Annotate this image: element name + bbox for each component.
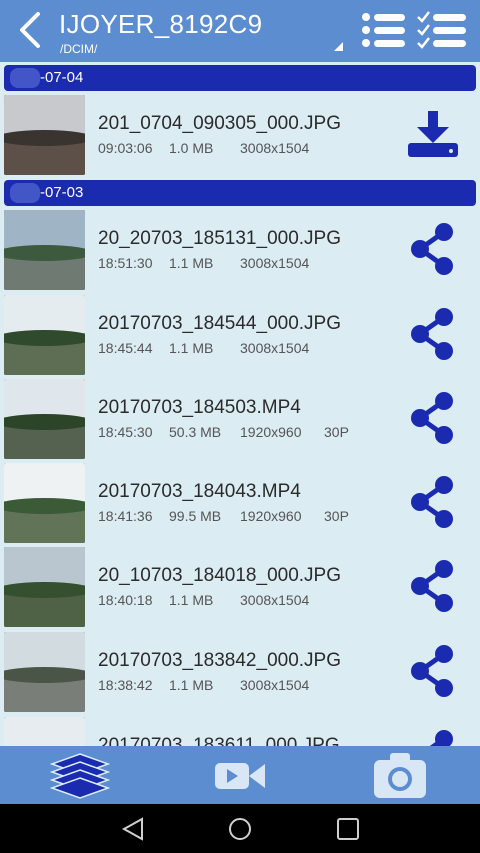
file-thumbnail[interactable] — [4, 95, 85, 175]
file-fps: 30P — [324, 424, 349, 440]
file-resolution: 3008x1504 — [240, 592, 310, 608]
file-row[interactable]: 20170703_183842_000.JPG 18:38:42 1.1 MB … — [0, 630, 480, 714]
file-resolution: 3008x1504 — [240, 340, 310, 356]
blurred-date-prefix — [10, 183, 40, 203]
file-size: 1.1 MB — [169, 255, 214, 271]
file-resolution: 1920x960 — [240, 424, 302, 440]
file-time: 18:51:30 — [98, 255, 153, 271]
file-thumbnail[interactable] — [4, 547, 85, 627]
file-time: 09:03:06 — [98, 140, 153, 156]
top-bar: IJOYER_8192C9 /DCIM/ — [0, 0, 480, 62]
file-row[interactable]: 201_0704_090305_000.JPG 09:03:06 1.0 MB … — [0, 93, 480, 177]
file-name: 20170703_184544_000.JPG — [98, 313, 342, 334]
file-resolution: 3008x1504 — [240, 677, 310, 693]
file-row[interactable]: 20170703_184544_000.JPG 18:45:44 1.1 MB … — [0, 293, 480, 377]
file-name: 20_10703_184018_000.JPG — [98, 565, 342, 586]
video-camera-icon[interactable] — [212, 750, 268, 800]
file-row[interactable]: 20_20703_185131_000.JPG 18:51:30 1.1 MB … — [0, 208, 480, 292]
file-row[interactable]: 20170703_183611_000.JPG — [0, 715, 480, 746]
system-nav-bar — [0, 804, 480, 853]
file-size: 1.1 MB — [169, 677, 214, 693]
dropdown-corner-icon[interactable] — [334, 42, 343, 51]
file-fps: 30P — [324, 508, 349, 524]
share-icon[interactable] — [404, 475, 462, 529]
file-time: 18:45:30 — [98, 424, 153, 440]
file-row[interactable]: 20170703_184503.MP4 18:45:30 50.3 MB 192… — [0, 377, 480, 461]
file-row[interactable]: 20_10703_184018_000.JPG 18:40:18 1.1 MB … — [0, 545, 480, 629]
file-size: 1.0 MB — [169, 140, 214, 156]
file-time: 18:45:44 — [98, 340, 153, 356]
file-name: 20170703_184043.MP4 — [98, 481, 301, 502]
file-resolution: 1920x960 — [240, 508, 302, 524]
file-row[interactable]: 20170703_184043.MP4 18:41:36 99.5 MB 192… — [0, 461, 480, 545]
file-name: 20170703_183611_000.JPG — [98, 735, 340, 746]
file-thumbnail[interactable] — [4, 717, 85, 746]
file-thumbnail[interactable] — [4, 295, 85, 375]
nav-home-icon[interactable] — [226, 816, 254, 842]
share-icon[interactable] — [404, 307, 462, 361]
select-all-icon[interactable] — [416, 10, 468, 50]
list-view-icon[interactable] — [358, 10, 408, 50]
file-name: 20170703_183842_000.JPG — [98, 650, 342, 671]
share-icon[interactable] — [404, 644, 462, 698]
file-time: 18:38:42 — [98, 677, 153, 693]
file-name: 20170703_184503.MP4 — [98, 397, 301, 418]
file-thumbnail[interactable] — [4, 463, 85, 543]
layers-icon[interactable] — [50, 750, 110, 800]
date-label: -07-03 — [40, 184, 84, 201]
file-resolution: 3008x1504 — [240, 140, 310, 156]
camera-icon[interactable] — [370, 750, 430, 800]
file-name: 20_20703_185131_000.JPG — [98, 228, 342, 249]
date-header: -07-04 — [4, 65, 476, 91]
file-thumbnail[interactable] — [4, 632, 85, 712]
file-size: 99.5 MB — [169, 508, 222, 524]
file-list[interactable]: -07-04 201_0704_090305_000.JPG 09:03:06 … — [0, 62, 480, 746]
share-icon[interactable] — [404, 559, 462, 613]
share-icon[interactable] — [404, 222, 462, 276]
file-size: 1.1 MB — [169, 592, 214, 608]
file-time: 18:40:18 — [98, 592, 153, 608]
file-thumbnail[interactable] — [4, 379, 85, 459]
file-thumbnail[interactable] — [4, 210, 85, 290]
bottom-tab-bar — [0, 746, 480, 804]
nav-recents-icon[interactable] — [334, 816, 362, 842]
folder-path: /DCIM/ — [60, 42, 98, 56]
file-time: 18:41:36 — [98, 508, 153, 524]
file-size: 1.1 MB — [169, 340, 214, 356]
blurred-date-prefix — [10, 68, 40, 88]
date-header: -07-03 — [4, 180, 476, 206]
share-icon[interactable] — [404, 729, 462, 746]
device-title: IJOYER_8192C9 — [59, 9, 263, 39]
file-resolution: 3008x1504 — [240, 255, 310, 271]
download-icon[interactable] — [404, 107, 462, 161]
share-icon[interactable] — [404, 391, 462, 445]
back-arrow-icon[interactable] — [14, 10, 50, 50]
date-label: -07-04 — [40, 69, 84, 86]
file-name: 201_0704_090305_000.JPG — [98, 113, 342, 134]
nav-back-icon[interactable] — [120, 816, 148, 842]
file-size: 50.3 MB — [169, 424, 222, 440]
